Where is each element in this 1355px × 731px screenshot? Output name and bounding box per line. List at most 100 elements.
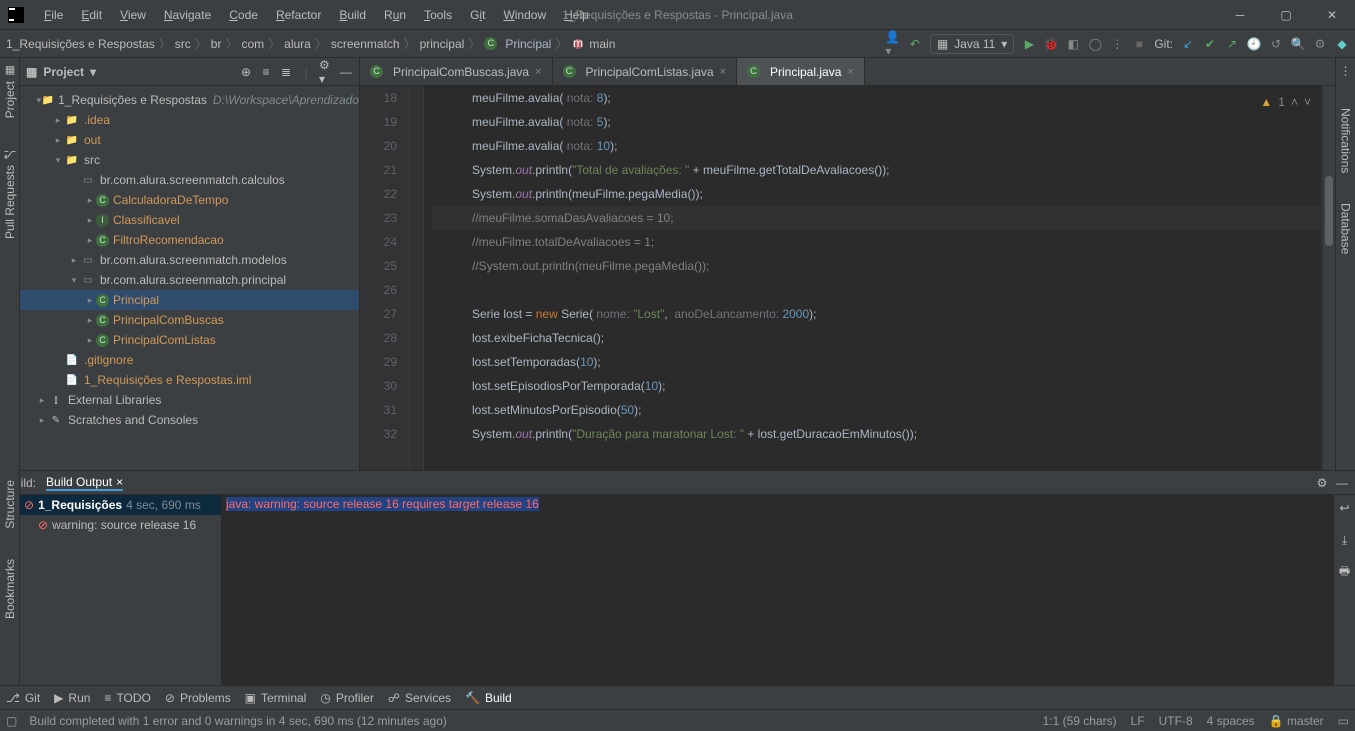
tree-item[interactable]: ▾📁src — [20, 150, 359, 170]
vcs-update-icon[interactable]: ↙ — [1181, 37, 1195, 51]
build-root[interactable]: ⊘ 1_Requisições 4 sec, 690 ms — [20, 495, 221, 515]
close-icon[interactable]: × — [720, 66, 726, 78]
tw-todo[interactable]: ≡TODO — [104, 691, 150, 705]
status-branch[interactable]: 🔒 master — [1269, 714, 1324, 728]
tree-item[interactable]: ▭br.com.alura.screenmatch.calculos — [20, 170, 359, 190]
tw-services[interactable]: ☍Services — [388, 691, 451, 705]
crumb[interactable]: screenmatch 〉 — [331, 35, 416, 52]
crumb[interactable]: br 〉 — [211, 35, 238, 52]
build-back-icon[interactable]: ↶ — [908, 37, 922, 51]
print-icon[interactable]: 🖶 — [1338, 565, 1352, 579]
menu-window[interactable]: Window — [495, 4, 554, 26]
menu-git[interactable]: Git — [462, 4, 493, 26]
editor-tab[interactable]: CPrincipal.java× — [737, 58, 865, 85]
build-tree[interactable]: ⊘ 1_Requisições 4 sec, 690 ms ⊘ warning:… — [20, 495, 222, 685]
build-output[interactable]: java: warning: source release 16 require… — [222, 495, 1333, 685]
profile-icon[interactable]: ◯ — [1088, 37, 1102, 51]
tree-item[interactable]: ▸CPrincipal — [20, 290, 359, 310]
vcs-push-icon[interactable]: ↗ — [1225, 37, 1239, 51]
vcs-commit-icon[interactable]: ✔ — [1203, 37, 1217, 51]
more-icon[interactable]: ⋮ — [1339, 64, 1353, 78]
run-icon[interactable]: ▶ — [1022, 37, 1036, 51]
tw-build[interactable]: 🔨Build — [465, 691, 512, 705]
hide-icon[interactable]: — — [339, 65, 353, 79]
project-tree[interactable]: ▾📁1_Requisições e RespostasD:\Workspace\… — [20, 86, 359, 470]
tree-item[interactable]: ▸📁.idea — [20, 110, 359, 130]
menu-refactor[interactable]: Refactor — [268, 4, 329, 26]
tw-problems[interactable]: ⊘Problems — [165, 691, 231, 705]
vcs-history-icon[interactable]: 🕘 — [1247, 37, 1261, 51]
tree-item[interactable]: ▸⫾External Libraries — [20, 390, 359, 410]
crumb[interactable]: alura 〉 — [284, 35, 327, 52]
tree-item[interactable]: 📄.gitignore — [20, 350, 359, 370]
scroll-end-icon[interactable]: ⤓ — [1338, 533, 1352, 547]
collapse-all-icon[interactable]: ≣ — [279, 65, 293, 79]
attach-icon[interactable]: ⋮ — [1110, 37, 1124, 51]
tree-item[interactable]: ▸CCalculadoraDeTempo — [20, 190, 359, 210]
menu-view[interactable]: View — [112, 4, 154, 26]
build-output-tab[interactable]: Build Output × — [46, 475, 123, 491]
editor-scrollbar[interactable] — [1323, 86, 1335, 470]
editor-tab[interactable]: CPrincipalComListas.java× — [553, 58, 738, 85]
gear-icon[interactable]: ⚙ — [1315, 476, 1329, 490]
inspection-widget[interactable]: ▲1 ˄ ˅ — [1260, 90, 1311, 114]
tool-bookmarks[interactable]: Bookmarks — [3, 559, 17, 619]
tree-item[interactable]: ▸▭br.com.alura.screenmatch.modelos — [20, 250, 359, 270]
close-button[interactable]: ✕ — [1309, 0, 1355, 30]
menu-tools[interactable]: Tools — [416, 4, 460, 26]
crumb-method[interactable]: mmain — [571, 37, 615, 51]
run-config-combo[interactable]: ▦Java 11▾ — [930, 34, 1015, 54]
tree-item[interactable]: ▾▭br.com.alura.screenmatch.principal — [20, 270, 359, 290]
project-title[interactable]: ▦ Project ▾ — [26, 65, 96, 79]
vcs-rollback-icon[interactable]: ↺ — [1269, 37, 1283, 51]
tree-item[interactable]: ▸CPrincipalComBuscas — [20, 310, 359, 330]
code-text[interactable]: meuFilme.avalia( nota: 8); meuFilme.aval… — [424, 86, 1321, 470]
tool-structure[interactable]: Structure — [3, 480, 17, 529]
gear-icon[interactable]: ⚙ ▾ — [319, 65, 333, 79]
crumb[interactable]: com 〉 — [241, 35, 280, 52]
ai-icon[interactable]: ◆ — [1335, 37, 1349, 51]
close-icon[interactable]: × — [535, 66, 541, 78]
crumb-class[interactable]: CPrincipal 〉 — [484, 35, 567, 52]
editor-tab[interactable]: CPrincipalComBuscas.java× — [360, 58, 553, 85]
tree-item[interactable]: ▸📁out — [20, 130, 359, 150]
status-pos[interactable]: 1:1 (59 chars) — [1043, 714, 1117, 728]
tool-notifications[interactable]: Notifications — [1339, 108, 1353, 173]
crumb[interactable]: src 〉 — [175, 35, 207, 52]
ide-settings-icon[interactable]: ⚙ — [1313, 37, 1327, 51]
tw-git[interactable]: ⎇Git — [6, 691, 40, 705]
maximize-button[interactable]: ▢ — [1263, 0, 1309, 30]
tool-database[interactable]: Database — [1339, 203, 1353, 254]
build-child[interactable]: ⊘ warning: source release 16 — [20, 515, 221, 535]
status-indent[interactable]: 4 spaces — [1207, 714, 1255, 728]
tree-item[interactable]: 📄1_Requisições e Respostas.iml — [20, 370, 359, 390]
menu-run[interactable]: Run — [376, 4, 414, 26]
crumb[interactable]: principal 〉 — [420, 35, 481, 52]
menu-edit[interactable]: Edit — [73, 4, 110, 26]
tree-item[interactable]: ▸CFiltroRecomendacao — [20, 230, 359, 250]
code-area[interactable]: 181920212223242526272829303132 meuFilme.… — [360, 86, 1335, 470]
tool-pull-requests[interactable]: Pull Requests ⎇ — [3, 148, 17, 239]
tree-item[interactable]: ▸CPrincipalComListas — [20, 330, 359, 350]
soft-wrap-icon[interactable]: ↩ — [1338, 501, 1352, 515]
menu-code[interactable]: Code — [221, 4, 266, 26]
expand-all-icon[interactable]: ≡ — [259, 65, 273, 79]
hide-icon[interactable]: — — [1335, 476, 1349, 490]
tw-profiler[interactable]: ◷Profiler — [320, 691, 374, 705]
tree-item[interactable]: ▸IClassificavel — [20, 210, 359, 230]
search-icon[interactable]: 🔍 — [1291, 37, 1305, 51]
menu-build[interactable]: Build — [331, 4, 374, 26]
stop-icon[interactable]: ■ — [1132, 37, 1146, 51]
prev-highlight-icon[interactable]: ˄ — [1291, 90, 1298, 114]
debug-icon[interactable]: 🐞 — [1044, 37, 1058, 51]
fold-gutter[interactable] — [410, 86, 424, 470]
minimize-button[interactable]: ─ — [1217, 0, 1263, 30]
tw-run[interactable]: ▶Run — [54, 691, 90, 705]
status-enc[interactable]: UTF-8 — [1159, 714, 1193, 728]
tw-terminal[interactable]: ▣Terminal — [245, 691, 307, 705]
user-icon[interactable]: 👤▾ — [886, 37, 900, 51]
menu-navigate[interactable]: Navigate — [156, 4, 219, 26]
close-icon[interactable]: × — [116, 475, 123, 489]
crumb[interactable]: 1_Requisições e Respostas 〉 — [6, 35, 171, 52]
tree-item[interactable]: ▸✎Scratches and Consoles — [20, 410, 359, 430]
